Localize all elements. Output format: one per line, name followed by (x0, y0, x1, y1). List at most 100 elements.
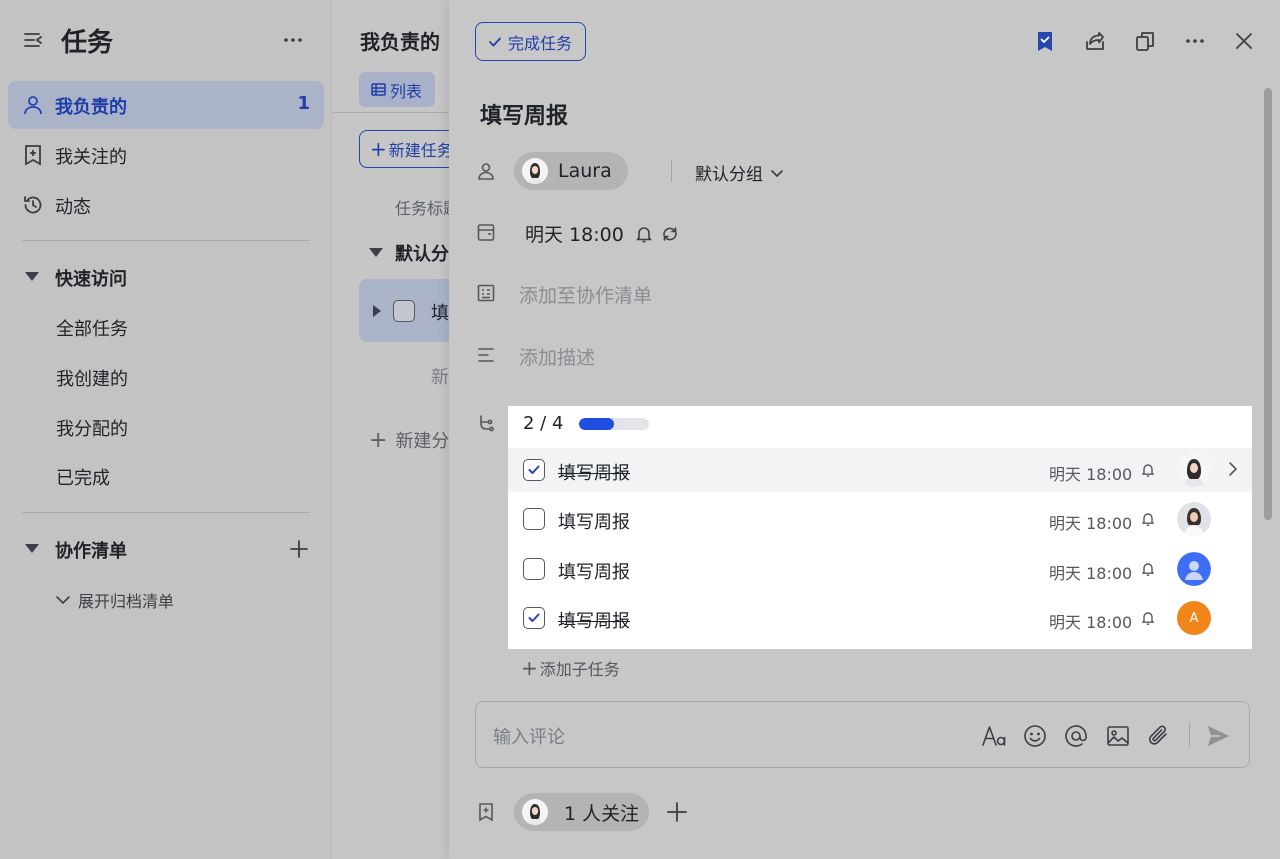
sidebar-item-following[interactable]: 我关注的 (8, 131, 324, 179)
task-title[interactable]: 填写周报 (480, 98, 568, 130)
close-icon[interactable] (1232, 29, 1256, 53)
group-label: 默认分组 (395, 244, 449, 265)
table-icon (371, 82, 386, 97)
task-list-pane: 我负责的 列表 + 新建任务 任务标题 默认分组 填写周报 新建任务 + 新建分… (333, 0, 449, 859)
comment-placeholder: 输入评论 (493, 727, 565, 748)
sidebar-item-assigned-by-me[interactable]: 我分配的 (56, 415, 128, 441)
subtask-title[interactable]: 填写周报 (558, 607, 630, 633)
task-row[interactable]: 填写周报 (359, 279, 449, 342)
chevron-down-icon (769, 165, 785, 181)
complete-task-button[interactable]: 完成任务 (475, 22, 586, 61)
avatar[interactable] (1177, 502, 1211, 536)
chevron-down-icon (54, 591, 72, 609)
subtask-due[interactable]: 明天 18:00 (1049, 510, 1132, 534)
tab-label: 列表 (390, 81, 423, 101)
bookmark-check-icon[interactable] (1033, 29, 1057, 53)
subtask-row[interactable]: 填写周报 明天 18:00 (508, 448, 1252, 492)
image-icon[interactable] (1105, 723, 1131, 749)
add-description-field[interactable]: 添加描述 (519, 343, 595, 370)
list-title: 我负责的 (360, 30, 440, 54)
scrollbar[interactable] (1264, 88, 1272, 520)
column-header-title: 任务标题 (395, 199, 449, 218)
attachment-icon[interactable] (1146, 723, 1172, 749)
archive-label: 展开归档清单 (78, 592, 175, 611)
section-label: 协作清单 (55, 541, 127, 562)
app-title: 任务 (61, 28, 114, 58)
followers-count: 1 人关注 (564, 802, 640, 825)
sidebar-item-created-by-me[interactable]: 我创建的 (56, 365, 128, 391)
person-icon (22, 94, 44, 116)
subtask-due[interactable]: 明天 18:00 (1049, 609, 1132, 633)
quick-access-section[interactable]: 快速访问 (22, 263, 312, 293)
sidebar-item-label: 我关注的 (55, 147, 127, 168)
subtask-checkbox[interactable] (523, 508, 545, 530)
subtask-checkbox[interactable] (523, 459, 545, 481)
subtask-checkbox[interactable] (523, 607, 545, 629)
more-icon[interactable] (1183, 29, 1207, 53)
sidebar-item-completed[interactable]: 已完成 (56, 464, 110, 490)
avatar[interactable]: A (1177, 601, 1211, 635)
sidebar-item-activity[interactable]: 动态 (8, 181, 324, 229)
text-format-icon[interactable] (981, 723, 1007, 749)
collapse-menu-icon[interactable] (22, 29, 44, 51)
assignee-name: Laura (558, 160, 612, 182)
subtask-due[interactable]: 明天 18:00 (1049, 461, 1132, 485)
assignee-chip[interactable]: Laura (514, 152, 628, 190)
subtask-progress-text: 2 / 4 (523, 413, 564, 434)
subtask-title[interactable]: 填写周报 (558, 558, 630, 584)
count-badge: 1 (297, 93, 310, 114)
description-icon (476, 345, 496, 365)
subtask-progress-bar (579, 418, 649, 430)
share-icon[interactable] (1083, 29, 1107, 53)
new-task-button[interactable]: + 新建任务 (359, 130, 449, 168)
emoji-icon[interactable] (1022, 723, 1048, 749)
subtask-checkbox[interactable] (523, 558, 545, 580)
new-task-inline[interactable]: 新建任务 (431, 363, 449, 389)
comment-input[interactable]: 输入评论 (475, 701, 1250, 768)
section-label: 快速访问 (55, 269, 127, 290)
subtask-row[interactable]: 填写周报 明天 18:00 (508, 497, 1252, 541)
add-list-icon[interactable] (288, 538, 310, 560)
task-checkbox[interactable] (393, 300, 415, 322)
subtask-icon (476, 413, 496, 433)
subtask-row[interactable]: 填写周报 明天 18:00 A (508, 596, 1252, 640)
subtask-title[interactable]: 填写周报 (558, 508, 630, 534)
bell-icon (634, 224, 654, 244)
task-title: 填写周报 (431, 303, 449, 324)
avatar (522, 158, 548, 184)
history-icon (22, 194, 44, 216)
button-label: 完成任务 (508, 33, 573, 53)
divider (22, 512, 310, 513)
avatar[interactable] (1177, 453, 1211, 487)
divider (333, 112, 449, 113)
mention-icon[interactable] (1063, 723, 1089, 749)
chevron-right-icon[interactable] (1224, 460, 1242, 478)
sidebar: 任务 我负责的 1 我关注的 动态 快速访问 全部任务 我创建的 我分配的 已完… (0, 0, 332, 859)
subtask-row[interactable]: 填写周报 明天 18:00 (508, 547, 1252, 591)
sidebar-item-all-tasks[interactable]: 全部任务 (56, 315, 128, 341)
sidebar-item-assigned-to-me[interactable]: 我负责的 1 (8, 81, 324, 129)
send-icon[interactable] (1205, 723, 1231, 749)
add-follower-icon[interactable] (665, 800, 689, 824)
group-select[interactable]: 默认分组 (695, 160, 785, 185)
subtask-due[interactable]: 明天 18:00 (1049, 560, 1132, 584)
more-icon[interactable] (280, 28, 306, 52)
due-date[interactable]: 明天 18:00 (525, 220, 680, 247)
avatar[interactable] (1177, 552, 1211, 586)
add-to-list-field[interactable]: 添加至协作清单 (519, 281, 652, 308)
add-subtask-button[interactable]: + 添加子任务 (521, 656, 620, 680)
caret-right-icon[interactable] (373, 305, 381, 317)
expand-archived-lists[interactable]: 展开归档清单 (54, 588, 174, 612)
collab-list-section[interactable]: 协作清单 (22, 535, 312, 565)
new-group-button[interactable]: + 新建分组 (369, 427, 449, 453)
calendar-icon (476, 222, 496, 242)
repeat-icon (660, 224, 680, 244)
list-box-icon (476, 283, 496, 303)
button-label: 新建分组 (395, 431, 449, 452)
followers-chip[interactable]: 1 人关注 (514, 793, 649, 831)
sidebar-item-label: 我负责的 (55, 97, 127, 118)
subtask-title[interactable]: 填写周报 (558, 459, 630, 485)
copy-icon[interactable] (1133, 29, 1157, 53)
tab-list[interactable]: 列表 (359, 72, 435, 107)
sidebar-item-label: 动态 (55, 197, 91, 218)
